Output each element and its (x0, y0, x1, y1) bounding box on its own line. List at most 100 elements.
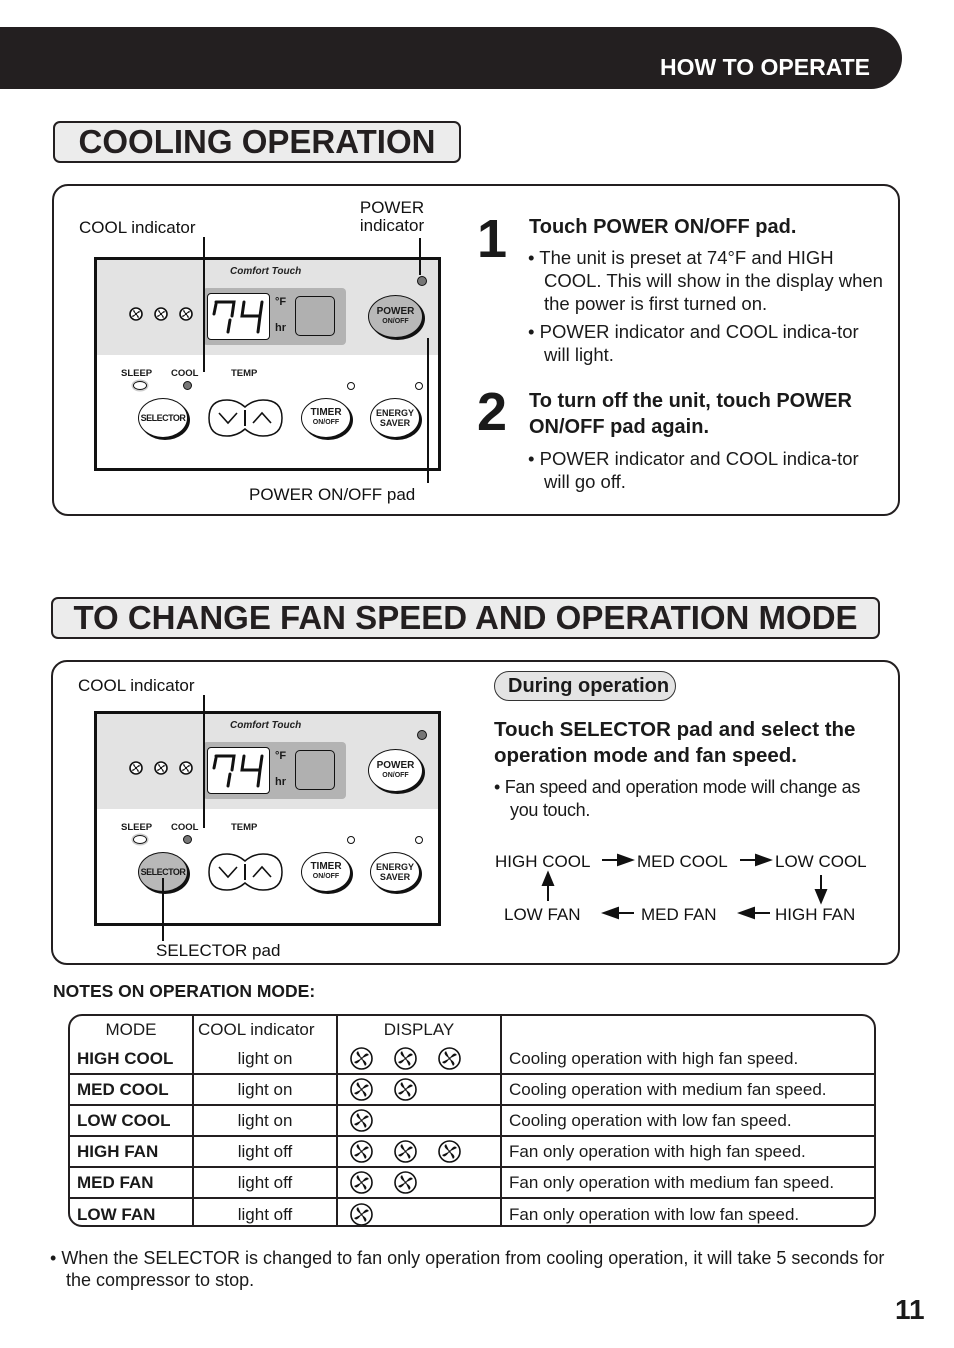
arrow-left-head (737, 906, 755, 920)
column-header-description (502, 1016, 874, 1044)
timer-display (295, 750, 335, 790)
fan-speed-icons (129, 307, 193, 321)
fan-icon (129, 761, 143, 775)
fan-icons (345, 1078, 493, 1101)
sleep-indicator-led (133, 381, 147, 390)
column-header-indicator: COOL indicator (194, 1016, 338, 1044)
seven-segment-74 (212, 754, 264, 788)
step-heading-2: To turn off the unit, touch POWER ON/OFF… (529, 390, 852, 438)
footnote-text: When the SELECTOR is changed to fan only… (61, 1248, 885, 1290)
timer-button[interactable]: TIMER ON/OFF (301, 852, 351, 892)
leader-line-cool (203, 237, 205, 372)
bullet-text: POWER indicator and COOL indica-tor will… (539, 321, 859, 365)
description-cell: Fan only operation with high fan speed. (502, 1137, 874, 1168)
fan-icon (179, 307, 193, 321)
mode-cell: HIGH COOL (70, 1044, 194, 1075)
energy-saver-button[interactable]: ENERGY SAVER (370, 852, 420, 892)
sleep-label: SLEEP (121, 822, 153, 833)
display-cell (338, 1199, 502, 1225)
power-label: POWER (376, 305, 415, 317)
fan-icon (394, 1140, 417, 1163)
flow-low-fan: LOW FAN (504, 905, 581, 924)
fan-icon (350, 1078, 373, 1101)
selector-heading: Touch SELECTOR pad and select the operat… (494, 718, 856, 767)
temp-down-button[interactable] (207, 398, 245, 436)
table-row: HIGH FAN light off Fan only operation wi… (70, 1137, 874, 1168)
indicator-cell: light off (194, 1168, 338, 1199)
unit-hour: hr (275, 322, 286, 334)
arrow-down-head (814, 889, 828, 905)
fan-icon (394, 1047, 417, 1070)
column-header-display: DISPLAY (338, 1016, 502, 1044)
temp-label: TEMP (231, 368, 258, 379)
flow-high-cool: HIGH COOL (495, 852, 590, 871)
energy-saver-indicator-led (415, 382, 423, 390)
power-sub-label: ON/OFF (382, 317, 409, 325)
sleep-indicator-led (133, 835, 147, 844)
table-row: LOW FAN light off Fan only operation wit… (70, 1199, 874, 1225)
step-number-1: 1 (477, 209, 508, 269)
display-cell (338, 1075, 502, 1106)
temp-up-button[interactable] (245, 398, 283, 436)
arrow-right-head (755, 853, 773, 867)
flow-high-fan: HIGH FAN (775, 905, 855, 924)
bullet: • POWER indicator and COOL indica-tor wi… (528, 321, 859, 365)
callout-power-line2: indicator (359, 216, 425, 235)
fan-icon (350, 1140, 373, 1163)
temperature-display (207, 747, 270, 794)
indicator-cell: light off (194, 1137, 338, 1168)
mode-cycle-diagram: HIGH COOL MED COOL LOW COOL HIGH FAN MED… (495, 852, 867, 924)
description-cell: Cooling operation with low fan speed. (502, 1106, 874, 1137)
timer-button[interactable]: TIMER ON/OFF (301, 398, 351, 438)
control-panel-2: Comfort Touch °F hr POWER ON/OFF SLEEP CO… (94, 711, 441, 926)
cool-label: COOL (171, 822, 199, 833)
table-row: LOW COOL light on Cooling operation with… (70, 1106, 874, 1137)
fan-icons (345, 1109, 493, 1132)
fan-icon (129, 307, 143, 321)
mode-cell: HIGH FAN (70, 1137, 194, 1168)
leader-line-selector (162, 878, 164, 941)
step-2-bullets: • POWER indicator and COOL indica-tor wi… (528, 447, 883, 493)
notes-title: NOTES ON OPERATION MODE: (53, 981, 316, 1001)
fan-icon (350, 1203, 373, 1225)
temp-up-button[interactable] (245, 852, 283, 890)
timer-label: TIMER (310, 407, 342, 418)
fan-icons (345, 1171, 493, 1194)
description-cell: Fan only operation with low fan speed. (509, 1204, 800, 1224)
fan-icon (394, 1171, 417, 1194)
power-on-off-button[interactable]: POWER ON/OFF (368, 295, 423, 338)
callout-power-line1: POWER (359, 198, 425, 217)
footnote: • When the SELECTOR is changed to fan on… (50, 1248, 885, 1290)
table-header-row: MODE COOL indicator DISPLAY (70, 1016, 874, 1044)
step-number-2: 2 (477, 382, 508, 442)
column-header-mode: MODE (70, 1016, 194, 1044)
description-cell: Fan only operation with medium fan speed… (502, 1168, 874, 1199)
bullet: • The unit is preset at 74°F and HIGH CO… (528, 247, 883, 314)
page-number: 11 (895, 1294, 925, 1325)
temp-down-button[interactable] (207, 852, 245, 890)
energy-saver-button[interactable]: ENERGY SAVER (370, 398, 420, 438)
bullet-text: The unit is preset at 74°F and HIGH COOL… (539, 247, 883, 314)
power-on-off-button[interactable]: POWER ON/OFF (368, 749, 423, 792)
callout-power-pad: POWER ON/OFF pad (249, 485, 416, 504)
section-title-fan-speed: TO CHANGE FAN SPEED AND OPERATION MODE (51, 597, 880, 639)
brand-logo: Comfort Touch (230, 266, 302, 277)
selector-button[interactable]: SELECTOR (138, 398, 188, 438)
energy-label: ENERGY (375, 862, 414, 872)
timer-indicator-led (347, 836, 355, 844)
during-operation-badge: During operation (494, 671, 677, 701)
cool-indicator-led (183, 381, 192, 390)
description-cell: Cooling operation with high fan speed. (502, 1044, 874, 1075)
indicator-cell: light off (194, 1199, 338, 1225)
timer-sub-label: ON/OFF (312, 419, 340, 426)
fan-icon (350, 1047, 373, 1070)
fan-icons (345, 1140, 493, 1163)
selector-label: SELECTOR (140, 413, 186, 423)
bullet-text: POWER indicator and COOL indica-tor will… (539, 448, 859, 492)
fan-icons (345, 1203, 493, 1225)
sleep-label: SLEEP (121, 368, 153, 379)
unit-fahrenheit: °F (275, 750, 287, 762)
table-row: HIGH COOL light on Cooling operation wit… (70, 1044, 874, 1075)
bullet-text: Fan speed and operation mode will change… (504, 777, 861, 820)
timer-sub-label: ON/OFF (312, 873, 340, 880)
